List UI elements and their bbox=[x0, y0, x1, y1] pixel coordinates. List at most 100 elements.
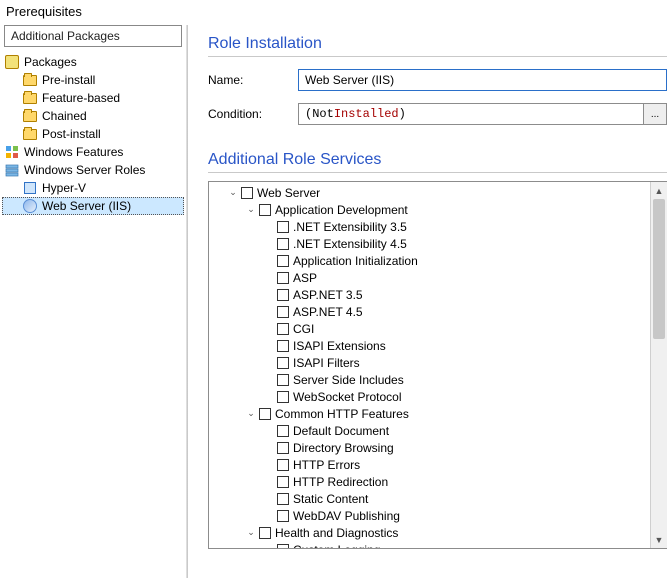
role-service-label: Default Document bbox=[293, 424, 389, 438]
name-row: Name: bbox=[208, 69, 667, 91]
checkbox[interactable] bbox=[277, 323, 289, 335]
sidebar-tree: Packages Pre-install Feature-based Chain… bbox=[0, 51, 186, 217]
checkbox[interactable] bbox=[277, 238, 289, 250]
checkbox[interactable] bbox=[277, 272, 289, 284]
checkbox[interactable] bbox=[277, 391, 289, 403]
role-service-item[interactable]: Custom Logging bbox=[211, 541, 648, 548]
checkbox[interactable] bbox=[277, 442, 289, 454]
sidebar-item-label: Chained bbox=[42, 109, 87, 123]
scroll-thumb[interactable] bbox=[653, 199, 665, 339]
role-service-item[interactable]: Application Initialization bbox=[211, 252, 648, 269]
checkbox[interactable] bbox=[277, 289, 289, 301]
scroll-track[interactable] bbox=[651, 199, 667, 531]
role-service-label: ASP bbox=[293, 271, 317, 285]
checkbox[interactable] bbox=[277, 221, 289, 233]
sidebar-item-chained[interactable]: Chained bbox=[2, 107, 184, 125]
toggle-spacer bbox=[263, 221, 275, 233]
checkbox[interactable] bbox=[277, 476, 289, 488]
role-service-item[interactable]: Server Side Includes bbox=[211, 371, 648, 388]
checkbox[interactable] bbox=[277, 306, 289, 318]
cond-installed: Installed bbox=[334, 107, 399, 121]
toggle-spacer bbox=[263, 272, 275, 284]
role-service-item[interactable]: ISAPI Filters bbox=[211, 354, 648, 371]
sidebar-item-label: Web Server (IIS) bbox=[42, 199, 131, 213]
checkbox[interactable] bbox=[277, 544, 289, 549]
role-service-label: HTTP Errors bbox=[293, 458, 360, 472]
box-icon bbox=[4, 54, 20, 70]
role-service-item[interactable]: WebDAV Publishing bbox=[211, 507, 648, 524]
checkbox[interactable] bbox=[241, 187, 253, 199]
role-service-item[interactable]: ⌄ Application Development bbox=[211, 201, 648, 218]
collapse-icon[interactable]: ⌄ bbox=[245, 408, 257, 420]
sidebar-item-label: Windows Server Roles bbox=[24, 163, 145, 177]
role-services-tree[interactable]: ⌄Web Server⌄Application Development.NET … bbox=[209, 182, 650, 548]
role-service-label: Application Development bbox=[275, 203, 408, 217]
role-service-label: Custom Logging bbox=[293, 543, 380, 549]
condition-row: Condition: (Not Installed) ... bbox=[208, 103, 667, 125]
additional-role-services-title: Additional Role Services bbox=[208, 151, 667, 173]
collapse-icon[interactable]: ⌄ bbox=[227, 187, 239, 199]
role-service-label: Static Content bbox=[293, 492, 368, 506]
toggle-spacer bbox=[263, 442, 275, 454]
role-services-container: ⌄Web Server⌄Application Development.NET … bbox=[208, 181, 667, 549]
sidebar-item-packages[interactable]: Packages bbox=[2, 53, 184, 71]
sidebar-item-pre-install[interactable]: Pre-install bbox=[2, 71, 184, 89]
sidebar-item-post-install[interactable]: Post-install bbox=[2, 125, 184, 143]
role-service-item[interactable]: WebSocket Protocol bbox=[211, 388, 648, 405]
role-service-item[interactable]: ⌄Health and Diagnostics bbox=[211, 524, 648, 541]
windows-features-icon bbox=[4, 144, 20, 160]
scrollbar[interactable]: ▲ ▼ bbox=[650, 182, 667, 548]
toggle-spacer bbox=[263, 323, 275, 335]
checkbox[interactable] bbox=[259, 527, 271, 539]
role-service-item[interactable]: .NET Extensibility 3.5 bbox=[211, 218, 648, 235]
sidebar-item-label: Pre-install bbox=[42, 73, 95, 87]
role-service-item[interactable]: HTTP Redirection bbox=[211, 473, 648, 490]
name-input[interactable] bbox=[298, 69, 667, 91]
checkbox[interactable] bbox=[259, 408, 271, 420]
collapse-icon[interactable]: ⌄ bbox=[245, 204, 257, 216]
role-service-label: .NET Extensibility 4.5 bbox=[293, 237, 407, 251]
sidebar-item-web-server-iis[interactable]: Web Server (IIS) bbox=[2, 197, 184, 215]
toggle-spacer bbox=[263, 374, 275, 386]
checkbox[interactable] bbox=[277, 374, 289, 386]
scroll-up-icon[interactable]: ▲ bbox=[651, 182, 667, 199]
checkbox[interactable] bbox=[277, 357, 289, 369]
sidebar-item-windows-server-roles[interactable]: Windows Server Roles bbox=[2, 161, 184, 179]
scroll-down-icon[interactable]: ▼ bbox=[651, 531, 667, 548]
main-panel: Role Installation Name: Condition: (Not … bbox=[188, 25, 667, 578]
checkbox[interactable] bbox=[277, 340, 289, 352]
role-service-item[interactable]: Directory Browsing bbox=[211, 439, 648, 456]
role-service-item[interactable]: ⌄Common HTTP Features bbox=[211, 405, 648, 422]
folder-icon bbox=[22, 90, 38, 106]
role-service-item[interactable]: Default Document bbox=[211, 422, 648, 439]
checkbox[interactable] bbox=[277, 459, 289, 471]
checkbox[interactable] bbox=[277, 425, 289, 437]
role-service-item[interactable]: ISAPI Extensions bbox=[211, 337, 648, 354]
role-service-item[interactable]: ASP bbox=[211, 269, 648, 286]
collapse-icon[interactable]: ⌄ bbox=[245, 527, 257, 539]
toggle-spacer bbox=[263, 340, 275, 352]
checkbox[interactable] bbox=[277, 255, 289, 267]
sidebar-item-windows-features[interactable]: Windows Features bbox=[2, 143, 184, 161]
sidebar-item-label: Post-install bbox=[42, 127, 101, 141]
sidebar-item-feature-based[interactable]: Feature-based bbox=[2, 89, 184, 107]
sidebar: Additional Packages Packages Pre-install… bbox=[0, 25, 186, 578]
role-service-item[interactable]: HTTP Errors bbox=[211, 456, 648, 473]
checkbox[interactable] bbox=[277, 510, 289, 522]
role-service-item[interactable]: ⌄Web Server bbox=[211, 184, 648, 201]
condition-browse-button[interactable]: ... bbox=[643, 103, 667, 125]
role-service-label: CGI bbox=[293, 322, 314, 336]
sidebar-item-hyper-v[interactable]: Hyper-V bbox=[2, 179, 184, 197]
folder-icon bbox=[22, 126, 38, 142]
checkbox[interactable] bbox=[259, 204, 271, 216]
checkbox[interactable] bbox=[277, 493, 289, 505]
role-service-item[interactable]: .NET Extensibility 4.5 bbox=[211, 235, 648, 252]
sidebar-item-label: Packages bbox=[24, 55, 77, 69]
role-service-item[interactable]: CGI bbox=[211, 320, 648, 337]
role-service-label: Server Side Includes bbox=[293, 373, 404, 387]
toggle-spacer bbox=[263, 306, 275, 318]
role-service-item[interactable]: ASP.NET 3.5 bbox=[211, 286, 648, 303]
role-service-item[interactable]: Static Content bbox=[211, 490, 648, 507]
condition-input[interactable]: (Not Installed) bbox=[298, 103, 643, 125]
role-service-item[interactable]: ASP.NET 4.5 bbox=[211, 303, 648, 320]
